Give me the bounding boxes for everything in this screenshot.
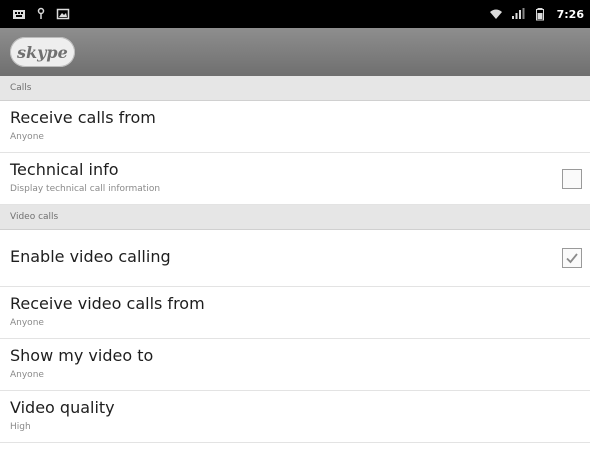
- setting-video-quality[interactable]: Video quality High: [0, 391, 590, 443]
- setting-summary: Anyone: [10, 318, 44, 328]
- battery-icon: [533, 7, 547, 21]
- setting-receive-video-calls-from[interactable]: Receive video calls from Anyone: [0, 287, 590, 339]
- setting-summary: Anyone: [10, 370, 44, 380]
- setting-title: Receive video calls from: [10, 294, 205, 313]
- skype-logo[interactable]: skype: [10, 37, 75, 67]
- setting-technical-info[interactable]: Technical info Display technical call in…: [0, 153, 590, 205]
- check-mark-icon: [566, 253, 578, 264]
- usb-icon: [34, 7, 48, 21]
- setting-title: Video quality: [10, 398, 115, 417]
- signal-icon: [511, 7, 525, 21]
- status-bar: 7:26: [0, 0, 590, 28]
- setting-summary: Display technical call information: [10, 184, 161, 194]
- setting-summary: High: [10, 422, 31, 432]
- setting-title: Receive calls from: [10, 108, 156, 127]
- technical-info-checkbox[interactable]: [562, 169, 582, 189]
- keyboard-icon: [12, 7, 26, 21]
- setting-title: Enable video calling: [10, 247, 171, 266]
- app-bar: skype: [0, 28, 590, 76]
- status-bar-left: [12, 7, 70, 21]
- wifi-icon: [489, 7, 503, 21]
- settings-list: Calls Receive calls from Anyone Technica…: [0, 76, 590, 443]
- setting-show-my-video-to[interactable]: Show my video to Anyone: [0, 339, 590, 391]
- enable-video-calling-checkbox[interactable]: [562, 248, 582, 268]
- image-icon: [56, 7, 70, 21]
- status-bar-clock: 7:26: [556, 7, 584, 21]
- status-bar-right: 7:26: [489, 7, 584, 21]
- setting-title: Show my video to: [10, 346, 154, 365]
- setting-title: Technical info: [10, 160, 119, 179]
- section-header-video-calls: Video calls: [0, 205, 590, 230]
- setting-receive-calls-from[interactable]: Receive calls from Anyone: [0, 101, 590, 153]
- setting-summary: Anyone: [10, 132, 44, 142]
- setting-enable-video-calling[interactable]: Enable video calling: [0, 230, 590, 287]
- section-header-calls: Calls: [0, 76, 590, 101]
